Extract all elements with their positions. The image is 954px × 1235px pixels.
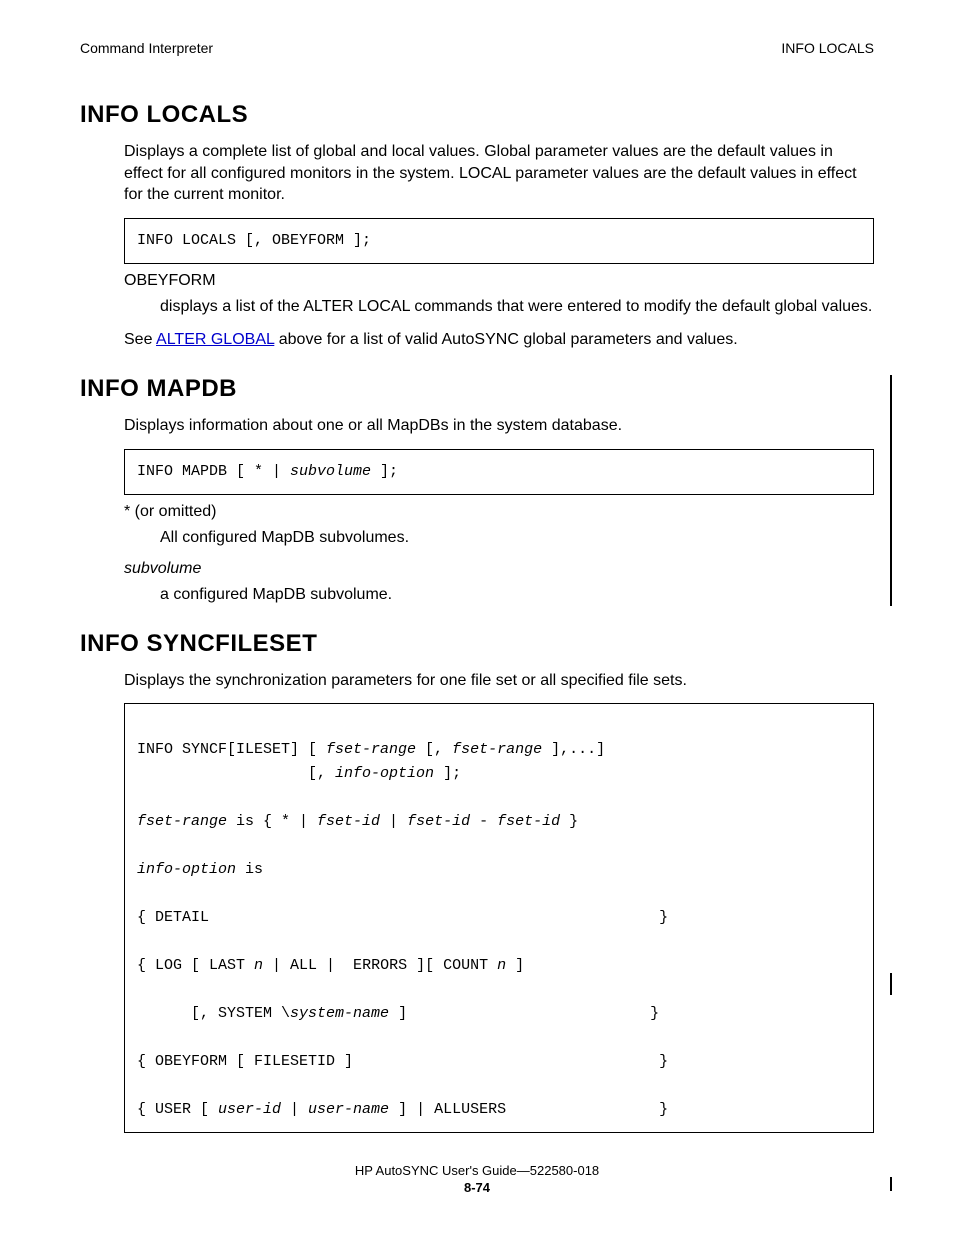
heading-info-syncfileset: INFO SYNCFILESET [80, 630, 874, 658]
page-header: Command Interpreter INFO LOCALS [80, 40, 874, 56]
mapdb-param-subvolume: subvolume [124, 560, 874, 578]
mapdb-param-star: * (or omitted) [124, 503, 874, 521]
header-left: Command Interpreter [80, 40, 213, 56]
locals-param-obeyform: OBEYFORM [124, 272, 874, 290]
alter-global-link[interactable]: ALTER GLOBAL [156, 331, 274, 348]
mapdb-description: Displays information about one or all Ma… [124, 415, 874, 437]
footer-page-number: 8-74 [464, 1180, 490, 1195]
footer-title: HP AutoSYNC User's Guide—522580-018 [355, 1163, 599, 1178]
locals-param-obeyform-desc: displays a list of the ALTER LOCAL comma… [160, 296, 874, 318]
mapdb-syntax-box: INFO MAPDB [ * | subvolume ]; [124, 449, 874, 495]
page-footer: HP AutoSYNC User's Guide—522580-018 8-74 [80, 1163, 874, 1197]
heading-info-mapdb: INFO MAPDB [80, 375, 874, 403]
locals-see-also: See ALTER GLOBAL above for a list of val… [124, 329, 874, 351]
section-info-mapdb: INFO MAPDB Displays information about on… [80, 375, 874, 606]
section-info-syncfileset: INFO SYNCFILESET Displays the synchroniz… [80, 630, 874, 1134]
locals-description: Displays a complete list of global and l… [124, 141, 874, 206]
revision-bar [890, 973, 892, 995]
locals-syntax-box: INFO LOCALS [, OBEYFORM ]; [124, 218, 874, 264]
header-right: INFO LOCALS [781, 40, 874, 56]
mapdb-param-subvolume-desc: a configured MapDB subvolume. [160, 584, 874, 606]
sync-syntax-box: INFO SYNCF[ILESET] [ fset-range [, fset-… [124, 703, 874, 1133]
mapdb-param-star-desc: All configured MapDB subvolumes. [160, 527, 874, 549]
locals-syntax: INFO LOCALS [, OBEYFORM ]; [137, 232, 371, 249]
heading-info-locals: INFO LOCALS [80, 101, 874, 129]
sync-description: Displays the synchronization parameters … [124, 670, 874, 692]
